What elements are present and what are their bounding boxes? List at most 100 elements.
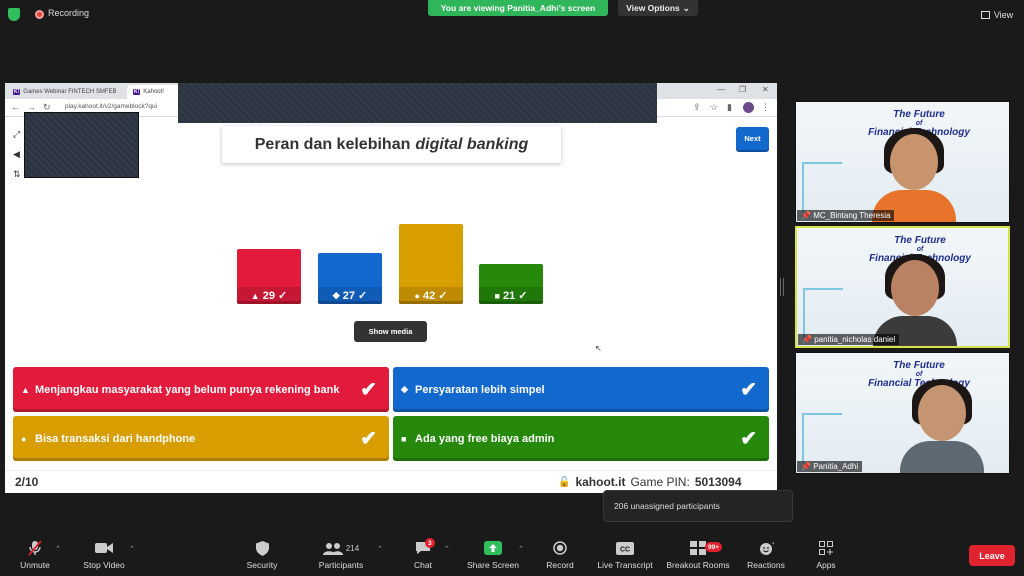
answer-shape-icon: ▲ [21,384,30,395]
answer-shape-icon: ■ [494,290,500,301]
kahoot-favicon-icon: K! [133,89,141,95]
participants-label: Participants [318,560,364,570]
apps-icon [819,538,833,558]
question-prefix: Peran dan kelebihan [254,135,411,153]
chat-badge: 3 [425,538,435,548]
record-button[interactable]: Record [525,538,595,570]
answer-shape-icon: ● [414,290,420,301]
webinar-title-line: The Future [893,109,945,120]
stop-video-button[interactable]: Stop Video [69,538,139,570]
chevron-up-icon[interactable]: ⌃ [55,545,61,553]
next-button[interactable]: Next [736,127,769,150]
breakout-rooms-button[interactable]: Breakout Rooms [663,538,733,570]
grid-icon [980,11,990,19]
view-label: View [993,10,1014,20]
menu-icon[interactable]: ⋮ [761,102,770,113]
result-bar: ◆ 27 ✓ [318,253,382,304]
lock-icon: 🔓 [558,476,571,488]
breakout-badge: 99+ [705,542,723,552]
tab-kahoot[interactable]: K! Kahoot! [127,85,181,99]
question-emphasis: digital banking [415,135,529,153]
volume-icon[interactable]: ◀ [13,149,20,160]
game-pin: 🔓 kahoot.it Game PIN: 5013094 [558,475,742,489]
back-icon[interactable]: ← [11,102,20,112]
pin-icon: 📌 [801,462,814,471]
apps-button[interactable]: Apps [791,538,861,570]
answer-option[interactable]: ■ Ada yang free biaya admin ✔ [393,416,769,461]
participant-name: Panitia_Adhi [813,462,859,471]
result-count: 27 [342,289,355,302]
url-field[interactable]: play.kahoot.it/v2/gameblock?qui [65,103,157,110]
leave-button[interactable]: Leave [969,545,1015,566]
minimize-icon[interactable]: — [717,85,725,94]
share-screen-button[interactable]: Share Screen [458,538,528,570]
person-face [890,134,938,190]
svg-text:CC: CC [620,546,630,553]
live-transcript-label: Live Transcript [597,560,653,570]
sidebar-icon[interactable]: ▮ [727,102,732,113]
answer-text: Ada yang free biaya admin [415,432,555,445]
checkmark-icon: ✔ [740,379,757,401]
profile-avatar[interactable] [743,102,754,113]
result-bar: ● 42 ✓ [399,224,463,304]
chevron-up-icon[interactable]: ⌃ [129,545,135,553]
circuit-decoration [803,288,843,338]
record-icon [553,538,567,558]
answer-option[interactable]: ● Bisa transaksi dari handphone ✔ [13,416,389,461]
chevron-up-icon[interactable]: ⌃ [444,545,450,553]
checkmark-icon: ✔ [740,428,757,450]
unmute-button[interactable]: Unmute [0,538,70,570]
shield-icon[interactable] [8,8,20,21]
security-label: Security [246,560,278,570]
circuit-decoration [802,413,842,463]
obscured-region [178,83,657,123]
star-icon[interactable]: ☆ [710,102,718,113]
site-label: kahoot.it [575,475,626,489]
show-media-button[interactable]: Show media [354,321,427,342]
webinar-title-line: of [915,120,923,127]
forward-icon[interactable]: → [27,102,36,112]
participant-name: panitia_nicholas daniel [814,335,896,344]
maximize-icon[interactable]: ❐ [739,85,746,94]
view-button[interactable]: View [976,6,1018,24]
tab-label: Games Webinar FINTECH SMFEB [23,89,117,95]
circuit-decoration [802,162,842,212]
tab-games-webinar[interactable]: K! Games Webinar FINTECH SMFEB [7,85,125,99]
pin-icon: 📌 [801,211,814,220]
result-count: 21 [502,289,516,302]
result-bar-label: ◆ 27 ✓ [318,287,382,304]
person-face [918,385,966,441]
fullscreen-icon[interactable]: ⤢ [13,129,20,140]
settings-icon[interactable]: ⇅ [13,169,21,180]
answer-option[interactable]: ▲ Menjangkau masyarakat yang belum punya … [13,367,389,412]
participant-video[interactable]: The Future of Financial Technology 📌 Paniti… [795,352,1010,474]
mouse-cursor-icon: ↖ [595,344,602,353]
view-options-button[interactable]: View Options ⌄ [618,0,698,16]
chevron-up-icon[interactable]: ⌃ [518,545,524,553]
result-bar-label: ● 42 ✓ [399,287,463,304]
webinar-title-line: The Future [893,360,945,371]
video-camera-icon [95,538,113,558]
view-options-label: View Options [626,3,680,13]
participant-video[interactable]: The Future of Financial Technology 📌 MC_Bin… [795,101,1010,223]
answer-shape-icon: ■ [401,433,407,444]
panel-splitter[interactable] [780,278,784,296]
participants-button[interactable]: 214 Participants [306,538,376,570]
security-button[interactable]: Security [227,538,297,570]
chat-button[interactable]: Chat [388,538,458,570]
pin-value: 5013094 [694,475,742,489]
answer-shape-icon: ◆ [401,384,408,394]
close-icon[interactable]: ✕ [762,85,769,94]
live-transcript-button[interactable]: CC Live Transcript [590,538,660,570]
obscured-video-thumbnail [24,112,139,178]
participant-video[interactable]: The Future of Financial Technology 📌 paniti… [795,226,1010,348]
question-progress: 2/10 [15,475,39,489]
svg-text:+: + [772,541,774,547]
answer-option[interactable]: ◆ Persyaratan lebih simpel ✔ [393,367,769,412]
chevron-up-icon[interactable]: ⌃ [377,545,383,553]
person-face [891,260,939,316]
share-icon[interactable]: ⇪ [693,102,701,113]
answer-shape-icon: ● [21,433,27,444]
participants-count: 214 [345,543,360,553]
result-count: 29 [262,289,275,302]
